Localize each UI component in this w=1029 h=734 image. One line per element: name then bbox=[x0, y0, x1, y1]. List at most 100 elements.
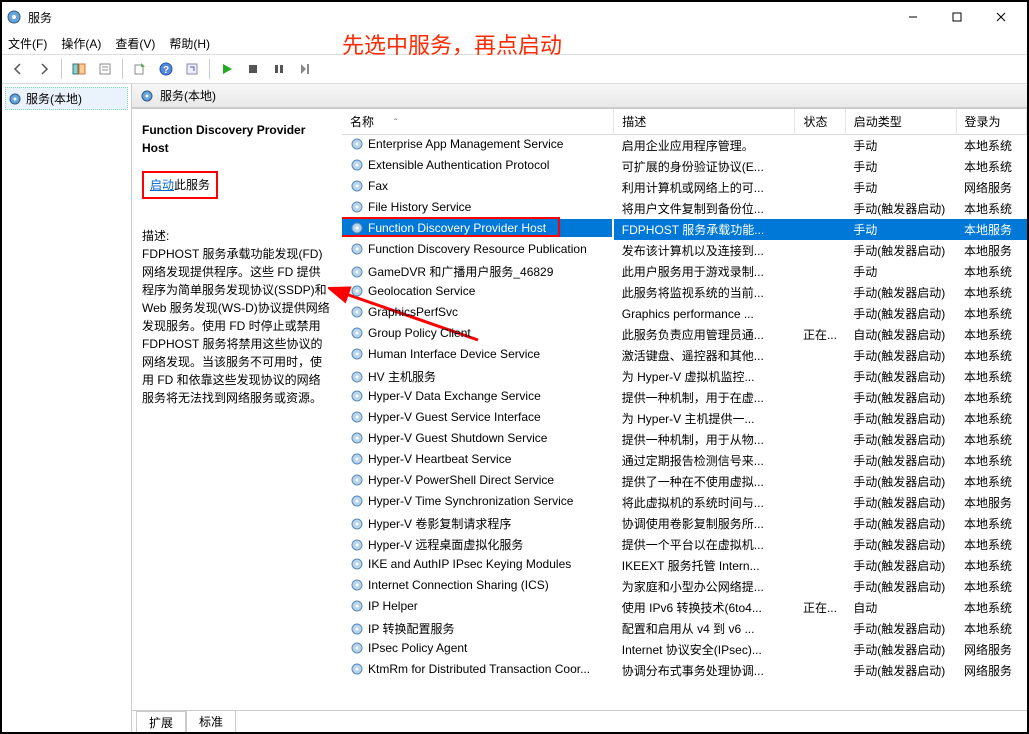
col-name[interactable]: 名称 bbox=[342, 109, 614, 135]
col-startup[interactable]: 启动类型 bbox=[845, 109, 956, 135]
service-status bbox=[795, 303, 845, 324]
table-row[interactable]: Enterprise App Management Service启用企业应用程… bbox=[342, 135, 1027, 157]
table-row[interactable]: Geolocation Service此服务将监视系统的当前...手动(触发器启… bbox=[342, 282, 1027, 303]
table-row[interactable]: Hyper-V Data Exchange Service提供一种机制，用于在虚… bbox=[342, 387, 1027, 408]
table-row[interactable]: IP Helper使用 IPv6 转换技术(6to4...正在...自动本地系统 bbox=[342, 597, 1027, 618]
service-startup: 手动 bbox=[845, 135, 956, 157]
service-list[interactable]: 名称 描述 状态 启动类型 登录为 Enterprise App Managem… bbox=[342, 109, 1027, 710]
service-status bbox=[795, 534, 845, 555]
pause-service-button[interactable] bbox=[267, 57, 291, 81]
service-logon: 本地系统 bbox=[956, 513, 1026, 534]
services-icon bbox=[6, 9, 22, 25]
col-logon[interactable]: 登录为 bbox=[956, 109, 1026, 135]
service-startup: 手动(触发器启动) bbox=[845, 639, 956, 660]
service-logon: 网络服务 bbox=[956, 177, 1026, 198]
service-name: Geolocation Service bbox=[368, 284, 475, 298]
service-desc: Internet 协议安全(IPsec)... bbox=[614, 639, 795, 660]
service-name: Hyper-V PowerShell Direct Service bbox=[368, 473, 554, 487]
service-status bbox=[795, 639, 845, 660]
service-logon: 本地系统 bbox=[956, 366, 1026, 387]
table-row[interactable]: HV 主机服务为 Hyper-V 虚拟机监控...手动(触发器启动)本地系统 bbox=[342, 366, 1027, 387]
service-name: Hyper-V Guest Shutdown Service bbox=[368, 431, 547, 445]
close-button[interactable] bbox=[979, 3, 1023, 31]
service-status bbox=[795, 450, 845, 471]
service-logon: 网络服务 bbox=[956, 639, 1026, 660]
service-logon: 本地系统 bbox=[956, 471, 1026, 492]
show-hide-button[interactable] bbox=[67, 57, 91, 81]
table-row[interactable]: GameDVR 和广播用户服务_46829此用户服务用于游戏录制...手动本地系… bbox=[342, 261, 1027, 282]
start-highlight-box: 启动此服务 bbox=[142, 171, 218, 199]
service-name: Fax bbox=[368, 179, 388, 193]
restart-service-button[interactable] bbox=[293, 57, 317, 81]
tabs: 扩展 标准 bbox=[132, 710, 1027, 732]
table-row[interactable]: Hyper-V Heartbeat Service通过定期报告检测信号来...手… bbox=[342, 450, 1027, 471]
service-startup: 手动(触发器启动) bbox=[845, 282, 956, 303]
main-header-label: 服务(本地) bbox=[160, 87, 216, 104]
table-row[interactable]: Hyper-V 远程桌面虚拟化服务提供一个平台以在虚拟机...手动(触发器启动)… bbox=[342, 534, 1027, 555]
table-row[interactable]: IKE and AuthIP IPsec Keying ModulesIKEEX… bbox=[342, 555, 1027, 576]
gear-icon bbox=[140, 89, 154, 103]
table-row[interactable]: Extensible Authentication Protocol可扩展的身份… bbox=[342, 156, 1027, 177]
back-button[interactable] bbox=[6, 57, 30, 81]
service-status bbox=[795, 471, 845, 492]
service-startup: 手动(触发器启动) bbox=[845, 618, 956, 639]
table-row[interactable]: KtmRm for Distributed Transaction Coor..… bbox=[342, 660, 1027, 681]
service-name: File History Service bbox=[368, 200, 471, 214]
service-name: IP 转换配置服务 bbox=[368, 620, 454, 637]
service-desc: 通过定期报告检测信号来... bbox=[614, 450, 795, 471]
table-row[interactable]: GraphicsPerfSvcGraphics performance ...手… bbox=[342, 303, 1027, 324]
table-row[interactable]: Hyper-V Time Synchronization Service将此虚拟… bbox=[342, 492, 1027, 513]
table-row[interactable]: File History Service将用户文件复制到备份位...手动(触发器… bbox=[342, 198, 1027, 219]
service-desc: 将用户文件复制到备份位... bbox=[614, 198, 795, 219]
maximize-button[interactable] bbox=[935, 3, 979, 31]
service-status bbox=[795, 660, 845, 681]
service-status bbox=[795, 156, 845, 177]
start-service-link[interactable]: 启动 bbox=[150, 178, 174, 192]
table-row[interactable]: Hyper-V 卷影复制请求程序协调使用卷影复制服务所...手动(触发器启动)本… bbox=[342, 513, 1027, 534]
export-button[interactable] bbox=[128, 57, 152, 81]
tree-root-label: 服务(本地) bbox=[26, 90, 82, 107]
service-desc: 此用户服务用于游戏录制... bbox=[614, 261, 795, 282]
service-name: IPsec Policy Agent bbox=[368, 641, 467, 655]
col-status[interactable]: 状态 bbox=[795, 109, 845, 135]
service-logon: 本地系统 bbox=[956, 156, 1026, 177]
properties-button[interactable] bbox=[93, 57, 117, 81]
stop-service-button[interactable] bbox=[241, 57, 265, 81]
service-logon: 本地系统 bbox=[956, 387, 1026, 408]
service-logon: 本地系统 bbox=[956, 198, 1026, 219]
service-status bbox=[795, 345, 845, 366]
tree-root[interactable]: 服务(本地) bbox=[5, 87, 128, 110]
help-button[interactable]: ? bbox=[154, 57, 178, 81]
menu-action[interactable]: 操作(A) bbox=[61, 35, 101, 52]
service-desc: 发布该计算机以及连接到... bbox=[614, 240, 795, 261]
tab-standard[interactable]: 标准 bbox=[186, 710, 236, 732]
service-name: Internet Connection Sharing (ICS) bbox=[368, 578, 549, 592]
tab-extended[interactable]: 扩展 bbox=[136, 711, 186, 732]
table-row[interactable]: Group Policy Client此服务负责应用管理员通...正在...自动… bbox=[342, 324, 1027, 345]
svg-text:?: ? bbox=[163, 65, 169, 76]
table-row[interactable]: Internet Connection Sharing (ICS)为家庭和小型办… bbox=[342, 576, 1027, 597]
service-name: KtmRm for Distributed Transaction Coor..… bbox=[368, 662, 590, 676]
table-row[interactable]: Hyper-V PowerShell Direct Service提供了一种在不… bbox=[342, 471, 1027, 492]
menu-help[interactable]: 帮助(H) bbox=[169, 35, 210, 52]
start-service-button[interactable] bbox=[215, 57, 239, 81]
menu-file[interactable]: 文件(F) bbox=[8, 35, 47, 52]
service-desc: 协调使用卷影复制服务所... bbox=[614, 513, 795, 534]
table-row[interactable]: Hyper-V Guest Shutdown Service提供一种机制，用于从… bbox=[342, 429, 1027, 450]
table-row[interactable]: IPsec Policy Agent Internet 协议安全(IPsec)..… bbox=[342, 639, 1027, 660]
minimize-button[interactable] bbox=[891, 3, 935, 31]
table-row[interactable]: IP 转换配置服务配置和启用从 v4 到 v6 ...手动(触发器启动)本地系统 bbox=[342, 618, 1027, 639]
forward-button[interactable] bbox=[32, 57, 56, 81]
service-status bbox=[795, 555, 845, 576]
menu-view[interactable]: 查看(V) bbox=[115, 35, 155, 52]
table-row[interactable]: Hyper-V Guest Service Interface为 Hyper-V… bbox=[342, 408, 1027, 429]
table-row[interactable]: Fax利用计算机或网络上的可...手动网络服务 bbox=[342, 177, 1027, 198]
col-desc[interactable]: 描述 bbox=[614, 109, 795, 135]
table-row[interactable]: Function Discovery Provider HostFDPHOST … bbox=[342, 219, 1027, 240]
service-status bbox=[795, 219, 845, 240]
refresh-button[interactable] bbox=[180, 57, 204, 81]
table-row[interactable]: Function Discovery Resource Publication发… bbox=[342, 240, 1027, 261]
service-name: IP Helper bbox=[368, 599, 418, 613]
table-row[interactable]: Human Interface Device Service激活键盘、遥控器和其… bbox=[342, 345, 1027, 366]
service-name: Hyper-V 远程桌面虚拟化服务 bbox=[368, 536, 523, 553]
